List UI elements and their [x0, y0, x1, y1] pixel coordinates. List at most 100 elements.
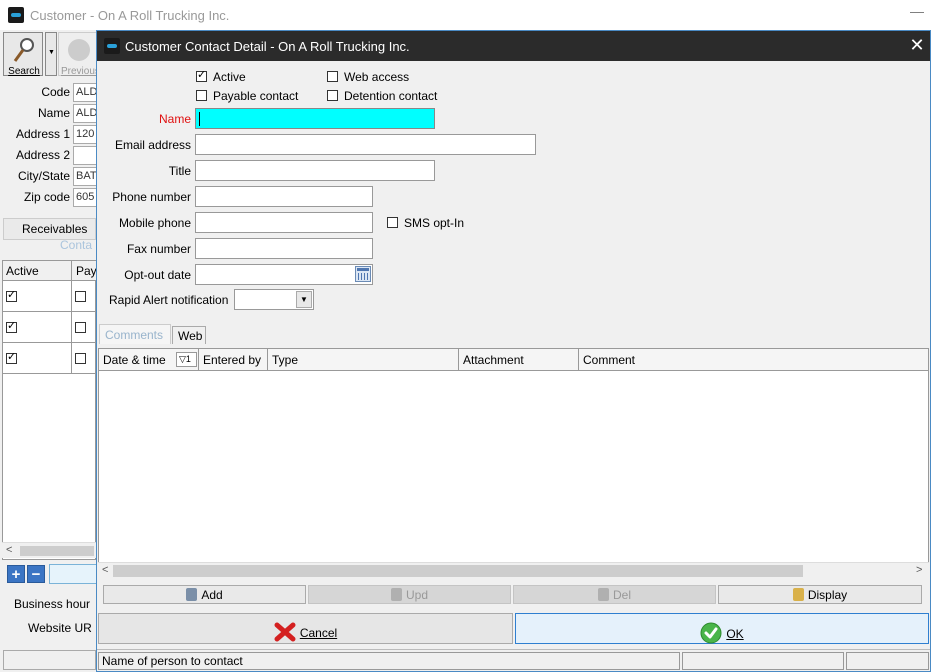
- phone-input[interactable]: [195, 186, 373, 207]
- calendar-icon[interactable]: [355, 266, 371, 282]
- email-label: Email address: [114, 138, 191, 152]
- col-divider: [71, 261, 72, 281]
- magnifier-icon: [13, 38, 34, 62]
- mobile-label: Mobile phone: [118, 216, 191, 230]
- grid-filter-input[interactable]: [49, 564, 97, 584]
- chevron-down-icon[interactable]: ▼: [296, 291, 312, 308]
- mobile-input[interactable]: [195, 212, 373, 233]
- search-button[interactable]: Search: [3, 32, 43, 77]
- detention-contact-checkbox[interactable]: [327, 90, 338, 101]
- back-arrow-icon: [68, 39, 90, 61]
- previous-button-label: Previous: [61, 66, 100, 77]
- parent-grid-header: Active Pay: [3, 261, 97, 281]
- ok-button-label: OK: [726, 627, 744, 641]
- name-input[interactable]: [195, 108, 435, 129]
- comments-grid-scrollbar[interactable]: < >: [98, 562, 929, 579]
- web-access-checkbox-label: Web access: [344, 70, 410, 84]
- name-label: Name: [158, 112, 191, 126]
- parent-titlebar: Customer - On A Roll Trucking Inc. —: [0, 0, 931, 30]
- code-label: Code: [41, 85, 70, 99]
- parent-grid-scrollbar[interactable]: <: [2, 542, 96, 558]
- add-button-label: Add: [201, 588, 223, 602]
- col-header-active: Active: [6, 264, 39, 278]
- previous-button[interactable]: Previous: [58, 32, 100, 77]
- cancel-button[interactable]: Cancel: [98, 613, 513, 644]
- text-caret: [199, 112, 200, 126]
- app-icon: [8, 7, 24, 23]
- col-header-date-time-label: Date & time: [103, 353, 166, 367]
- active-checkbox[interactable]: [6, 291, 17, 302]
- delete-record-icon: [597, 588, 609, 601]
- ok-button[interactable]: OK: [515, 613, 929, 644]
- col-header-attachment[interactable]: Attachment: [459, 349, 579, 371]
- rapid-alert-select[interactable]: ▼: [234, 289, 314, 310]
- name-label: Name: [37, 106, 70, 120]
- sms-optin-checkbox-label: SMS opt-In: [404, 216, 465, 230]
- parent-status-cell: [3, 650, 96, 670]
- parent-tab-strip: Receivables: [3, 218, 96, 240]
- status-cell-2: [682, 652, 844, 670]
- col-header-comment[interactable]: Comment: [579, 349, 928, 371]
- search-button-label: Search: [8, 66, 40, 77]
- filter-icon: ▽: [179, 354, 186, 364]
- plus-icon[interactable]: +: [7, 565, 25, 583]
- dialog-title: Customer Contact Detail - On A Roll Truc…: [125, 39, 410, 54]
- search-dropdown-button[interactable]: ▼: [45, 32, 57, 76]
- tab-receivables[interactable]: Receivables: [3, 218, 96, 240]
- payable-checkbox[interactable]: [75, 322, 86, 333]
- col-header-type[interactable]: Type: [268, 349, 459, 371]
- active-checkbox[interactable]: [196, 71, 207, 82]
- sort-order: 1: [185, 354, 191, 364]
- scrollbar-thumb[interactable]: [113, 565, 803, 577]
- business-hours-label: Business hour: [14, 597, 91, 611]
- fax-input[interactable]: [195, 238, 373, 259]
- chevron-down-icon: ▼: [48, 49, 55, 56]
- col-divider: [71, 281, 72, 312]
- display-record-icon: [792, 588, 804, 601]
- tab-contacts[interactable]: Conta: [60, 238, 92, 252]
- parent-contacts-grid: Active Pay: [2, 260, 97, 560]
- email-input[interactable]: [195, 134, 536, 155]
- add-button[interactable]: Add: [103, 585, 306, 604]
- title-label: Title: [168, 164, 191, 178]
- table-row[interactable]: [3, 343, 97, 374]
- active-checkbox[interactable]: [6, 353, 17, 364]
- sort-indicator[interactable]: ▽1: [176, 352, 197, 367]
- chevron-left-icon[interactable]: <: [102, 564, 108, 576]
- sms-optin-checkbox[interactable]: [387, 217, 398, 228]
- active-checkbox[interactable]: [6, 322, 17, 333]
- dialog-titlebar: Customer Contact Detail - On A Roll Truc…: [97, 31, 930, 61]
- tab-comments[interactable]: Comments: [99, 324, 171, 344]
- update-record-icon: [390, 588, 402, 601]
- col-divider: [71, 312, 72, 343]
- ok-check-icon: [700, 622, 722, 644]
- payable-contact-checkbox-label: Payable contact: [213, 89, 299, 103]
- scrollbar-thumb[interactable]: [20, 546, 94, 556]
- update-button[interactable]: Upd: [308, 585, 511, 604]
- dialog-statusbar: Name of person to contact: [97, 649, 930, 671]
- title-input[interactable]: [195, 160, 435, 181]
- chevron-right-icon[interactable]: >: [916, 564, 922, 576]
- minimize-icon[interactable]: —: [910, 3, 924, 19]
- payable-contact-checkbox[interactable]: [196, 90, 207, 101]
- table-row[interactable]: [3, 281, 97, 312]
- close-icon[interactable]: ✕: [908, 35, 926, 56]
- col-header-entered-by[interactable]: Entered by: [199, 349, 268, 371]
- payable-checkbox[interactable]: [75, 291, 86, 302]
- zip-code-label: Zip code: [23, 190, 70, 204]
- payable-checkbox[interactable]: [75, 353, 86, 364]
- delete-button[interactable]: Del: [513, 585, 716, 604]
- web-access-checkbox[interactable]: [327, 71, 338, 82]
- chevron-left-icon[interactable]: <: [6, 544, 12, 556]
- display-button[interactable]: Display: [718, 585, 922, 604]
- address1-label: Address 1: [15, 127, 70, 141]
- app-icon: [104, 38, 120, 54]
- update-button-label: Upd: [405, 588, 428, 602]
- tab-web[interactable]: Web: [172, 326, 206, 344]
- status-message: Name of person to contact: [98, 652, 680, 670]
- optout-date-input[interactable]: [195, 264, 373, 285]
- contact-detail-dialog: Customer Contact Detail - On A Roll Truc…: [96, 30, 931, 672]
- detention-contact-checkbox-label: Detention contact: [344, 89, 438, 103]
- table-row[interactable]: [3, 312, 97, 343]
- minus-icon[interactable]: −: [27, 565, 45, 583]
